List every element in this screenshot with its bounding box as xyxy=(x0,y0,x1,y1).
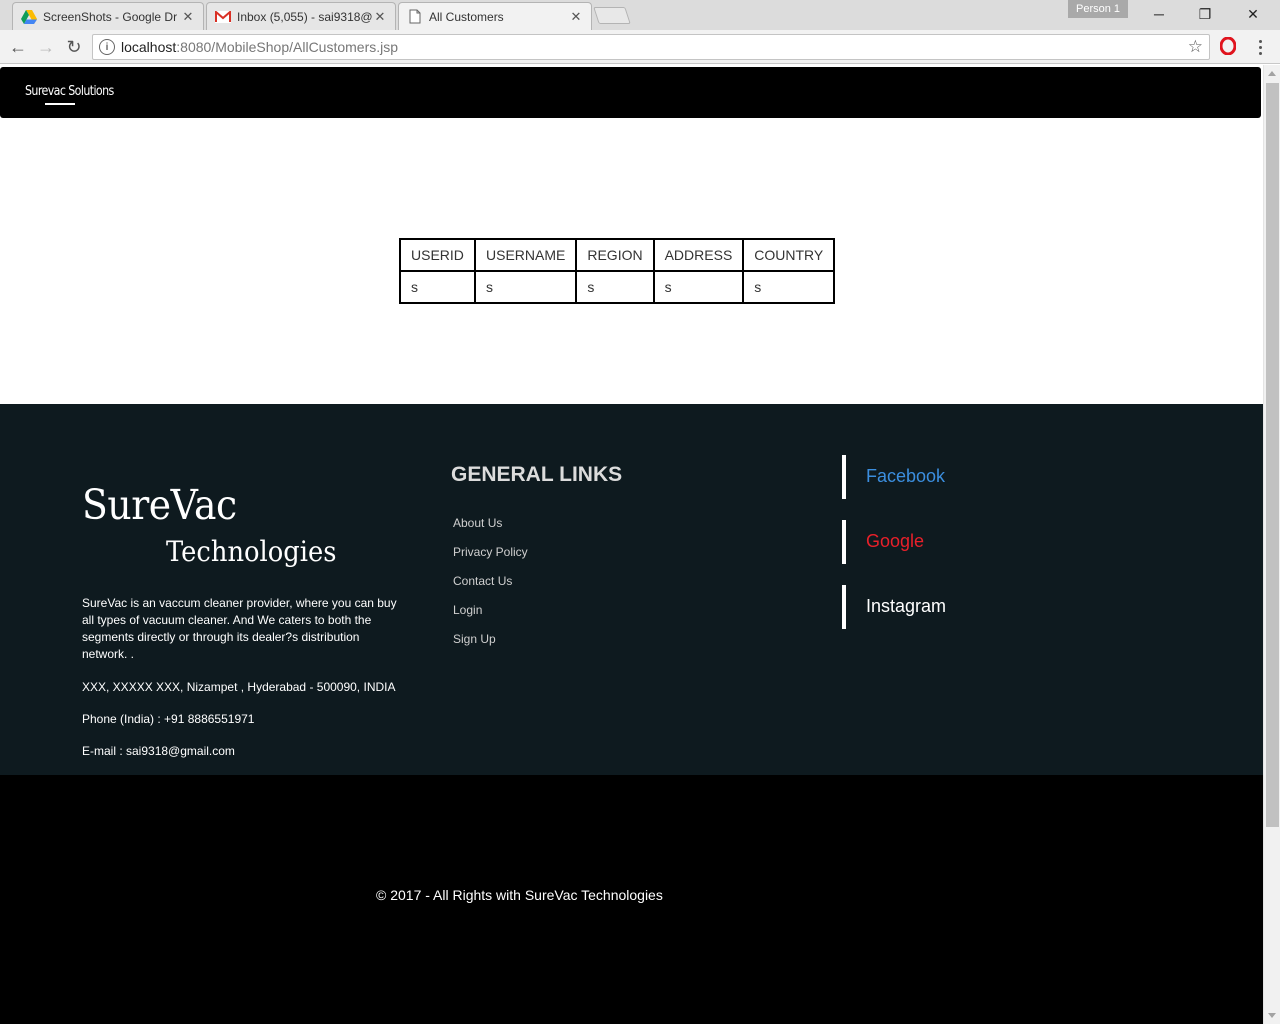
back-icon[interactable]: ← xyxy=(6,35,30,59)
toolbar: ← → ↻ i localhost:8080/MobileShop/AllCus… xyxy=(0,30,1280,64)
close-window-icon[interactable]: ✕ xyxy=(1230,0,1276,28)
browser-menu-icon[interactable] xyxy=(1252,36,1268,58)
tab-all-customers[interactable]: All Customers ✕ xyxy=(398,2,592,30)
tab-close-icon[interactable]: ✕ xyxy=(569,9,583,25)
page-viewport: Surevac Solutions USERID USERNAME REGION… xyxy=(0,65,1263,1024)
link-contact-us[interactable]: Contact Us xyxy=(453,574,512,588)
link-about-us[interactable]: About Us xyxy=(453,516,502,530)
tab-gmail-inbox[interactable]: Inbox (5,055) - sai9318@ ✕ xyxy=(206,2,396,30)
site-footer: SureVac Technologies SureVac is an vaccu… xyxy=(0,404,1263,775)
bookmark-star-icon[interactable]: ☆ xyxy=(1188,37,1203,57)
copyright-bar: © 2017 - All Rights with SureVac Technol… xyxy=(0,775,1263,1024)
tab-strip: ScreenShots - Google Dr ✕ Inbox (5,055) … xyxy=(0,0,1280,30)
cell-userid: s xyxy=(399,270,476,304)
footer-email: E-mail : sai9318@gmail.com xyxy=(82,744,235,758)
general-links-heading: GENERAL LINKS xyxy=(451,463,623,486)
footer-description: SureVac is an vaccum cleaner provider, w… xyxy=(82,596,397,661)
footer-address: XXX, XXXXX XXX, Nizampet , Hyderabad - 5… xyxy=(82,680,396,694)
link-facebook[interactable]: Facebook xyxy=(866,466,945,487)
tab-close-icon[interactable]: ✕ xyxy=(373,9,387,25)
scroll-up-icon[interactable] xyxy=(1268,71,1276,76)
tab-google-drive[interactable]: ScreenShots - Google Dr ✕ xyxy=(12,2,204,30)
profile-button[interactable]: Person 1 xyxy=(1068,0,1128,18)
column-header-region: REGION xyxy=(575,238,655,272)
gmail-icon xyxy=(215,9,231,25)
customers-table: USERID USERNAME REGION ADDRESS COUNTRY s… xyxy=(399,238,836,304)
link-instagram[interactable]: Instagram xyxy=(866,596,946,617)
opera-extension-icon[interactable] xyxy=(1218,36,1238,56)
link-sign-up[interactable]: Sign Up xyxy=(453,632,496,646)
cell-username: s xyxy=(473,270,578,304)
tab-title: ScreenShots - Google Dr xyxy=(43,9,178,24)
footer-logo-subtitle: Technologies xyxy=(166,535,337,568)
url-path: :8080/MobileShop/AllCustomers.jsp xyxy=(176,39,399,55)
table-header-row: USERID USERNAME REGION ADDRESS COUNTRY xyxy=(399,238,836,272)
url-host: localhost xyxy=(121,39,177,55)
cell-country: s xyxy=(742,270,836,304)
table-row: s s s s s xyxy=(399,270,836,304)
link-login[interactable]: Login xyxy=(453,603,482,617)
forward-icon[interactable]: → xyxy=(34,35,58,59)
tab-title: All Customers xyxy=(429,9,504,24)
restore-icon[interactable]: ❐ xyxy=(1182,0,1228,28)
column-header-address: ADDRESS xyxy=(652,238,745,272)
google-divider xyxy=(842,520,846,564)
scroll-down-icon[interactable] xyxy=(1268,1013,1276,1018)
cell-address: s xyxy=(652,270,745,304)
google-drive-icon xyxy=(21,9,37,25)
column-header-username: USERNAME xyxy=(473,238,578,272)
copyright-text: © 2017 - All Rights with SureVac Technol… xyxy=(376,887,663,903)
brand-logo[interactable]: Surevac Solutions xyxy=(25,84,114,99)
tab-title: Inbox (5,055) - sai9318@ xyxy=(237,9,373,24)
instagram-divider xyxy=(842,585,846,629)
reload-icon[interactable]: ↻ xyxy=(62,35,86,59)
page-icon xyxy=(407,9,423,25)
footer-phone: Phone (India) : +91 8886551971 xyxy=(82,712,255,726)
column-header-userid: USERID xyxy=(399,238,476,272)
vertical-scrollbar[interactable] xyxy=(1263,65,1280,1024)
footer-logo-title: SureVac xyxy=(82,481,237,529)
minimize-icon[interactable]: ─ xyxy=(1136,0,1182,28)
brand-underline xyxy=(45,103,75,105)
link-google[interactable]: Google xyxy=(866,531,924,552)
tab-close-icon[interactable]: ✕ xyxy=(181,9,195,25)
cell-region: s xyxy=(575,270,655,304)
site-navbar: Surevac Solutions xyxy=(0,67,1261,118)
column-header-country: COUNTRY xyxy=(742,238,836,272)
address-bar[interactable]: i localhost:8080/MobileShop/AllCustomers… xyxy=(92,34,1210,60)
scrollbar-thumb[interactable] xyxy=(1266,83,1279,827)
link-privacy-policy[interactable]: Privacy Policy xyxy=(453,545,528,559)
site-info-icon[interactable]: i xyxy=(99,39,115,55)
facebook-divider xyxy=(842,455,846,499)
new-tab-button[interactable] xyxy=(593,7,631,24)
